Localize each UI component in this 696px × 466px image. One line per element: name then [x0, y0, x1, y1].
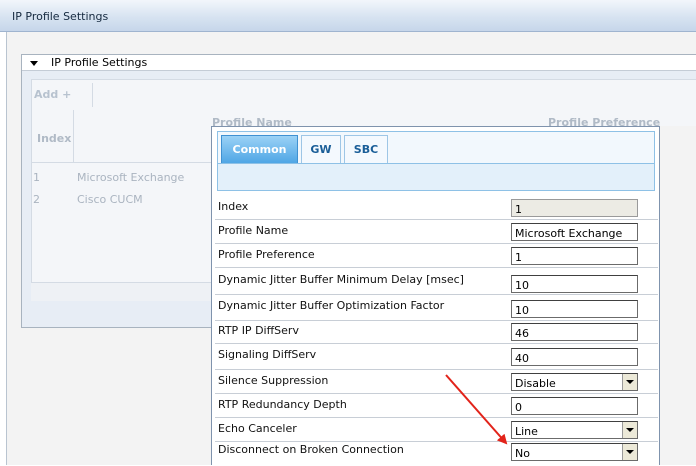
table-footer	[31, 282, 211, 301]
field-row-echo-canceler: Echo Canceler Line	[215, 418, 658, 442]
toolbar-divider	[92, 83, 93, 107]
group-header[interactable]: IP Profile Settings	[22, 55, 696, 71]
field-row-jitter-min-delay: Dynamic Jitter Buffer Minimum Delay [mse…	[215, 269, 658, 295]
field-label: Profile Name	[218, 224, 289, 237]
table-row-index[interactable]: 2	[33, 193, 40, 206]
field-label: RTP Redundancy Depth	[218, 398, 347, 411]
add-button[interactable]: Add +	[34, 88, 71, 101]
field-label: Profile Preference	[218, 248, 315, 261]
table-row-name[interactable]: Microsoft Exchange	[77, 171, 184, 184]
window-title-bar: IP Profile Settings	[0, 0, 696, 32]
field-row-profile-name: Profile Name Microsoft Exchange	[215, 220, 658, 244]
profile-name-input[interactable]: Microsoft Exchange	[511, 223, 638, 241]
edit-profile-dialog: Common GW SBC Index 1 Profile Name Micro…	[211, 126, 660, 465]
chevron-down-icon[interactable]	[622, 444, 637, 460]
header-divider	[31, 162, 211, 163]
echo-canceler-select[interactable]: Line	[511, 421, 638, 439]
field-label: Disconnect on Broken Connection	[218, 443, 404, 456]
select-value: Line	[515, 425, 538, 438]
right-margin	[660, 126, 696, 465]
field-label: Dynamic Jitter Buffer Optimization Facto…	[218, 299, 445, 312]
field-label: RTP IP DiffServ	[218, 324, 299, 337]
disconnect-broken-select[interactable]: No	[511, 443, 638, 461]
field-label: Index	[218, 200, 249, 213]
field-label: Signaling DiffServ	[218, 348, 317, 361]
jitter-min-delay-input[interactable]: 10	[511, 275, 638, 293]
field-label: Echo Canceler	[218, 422, 297, 435]
field-row-disconnect-broken: Disconnect on Broken Connection No	[215, 442, 658, 466]
field-row-rtp-diffserv: RTP IP DiffServ 46	[215, 320, 658, 344]
chevron-down-icon[interactable]	[622, 422, 637, 438]
chevron-down-icon[interactable]	[622, 374, 637, 390]
tab-common[interactable]: Common	[221, 135, 298, 163]
table-row-name[interactable]: Cisco CUCM	[77, 193, 143, 206]
group-title: IP Profile Settings	[51, 56, 148, 69]
column-divider	[73, 110, 74, 162]
silence-suppression-select[interactable]: Disable	[511, 373, 638, 391]
signaling-diffserv-input[interactable]: 40	[511, 348, 638, 366]
field-label: Dynamic Jitter Buffer Minimum Delay [mse…	[218, 273, 464, 286]
profile-preference-input[interactable]: 1	[511, 247, 638, 265]
jitter-optimization-input[interactable]: 10	[511, 300, 638, 318]
tab-gw[interactable]: GW	[301, 135, 341, 163]
select-value: Disable	[515, 377, 556, 390]
select-value: No	[515, 447, 530, 460]
field-row-jitter-optimization: Dynamic Jitter Buffer Optimization Facto…	[215, 295, 658, 321]
column-header-index[interactable]: Index	[37, 132, 71, 145]
tab-strip: Common GW SBC	[217, 131, 655, 191]
rtp-diffserv-input[interactable]: 46	[511, 323, 638, 341]
field-row-profile-preference: Profile Preference 1	[215, 244, 658, 268]
field-label: Silence Suppression	[218, 374, 329, 387]
field-row-silence-suppression: Silence Suppression Disable	[215, 370, 658, 394]
field-row-index: Index 1	[215, 196, 658, 220]
index-field: 1	[511, 199, 638, 217]
field-row-signaling-diffserv: Signaling DiffServ 40	[215, 344, 658, 370]
window-title: IP Profile Settings	[12, 10, 109, 23]
table-row-index[interactable]: 1	[33, 171, 40, 184]
field-row-rtp-redundancy: RTP Redundancy Depth 0	[215, 394, 658, 418]
rtp-redundancy-input[interactable]: 0	[511, 397, 638, 415]
collapse-triangle-icon[interactable]	[30, 61, 38, 66]
tab-row: Common GW SBC	[218, 132, 654, 164]
tab-sbc[interactable]: SBC	[344, 135, 388, 163]
